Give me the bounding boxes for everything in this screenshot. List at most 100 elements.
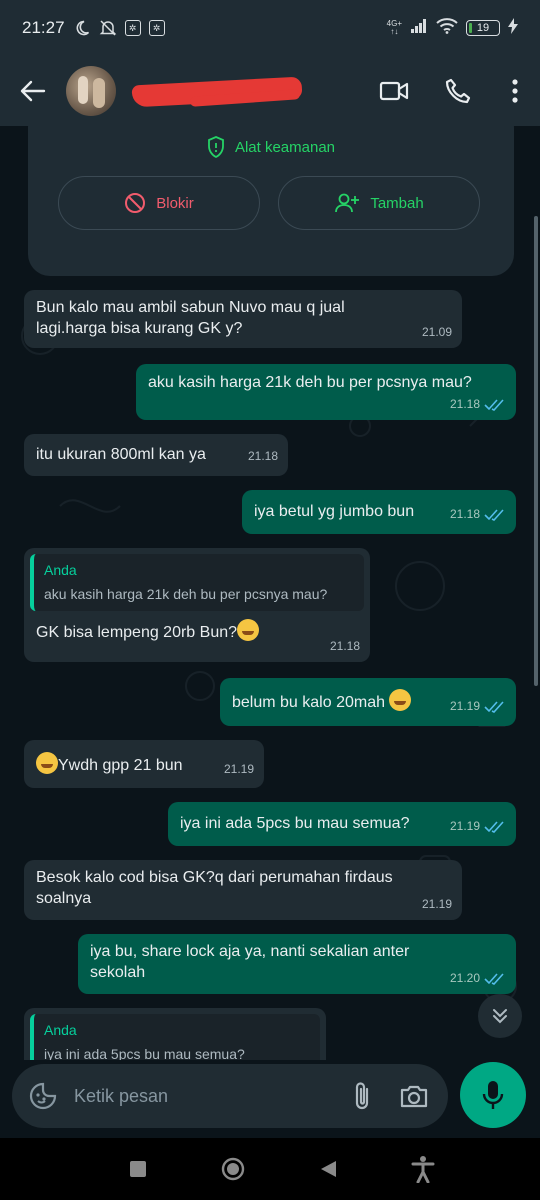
microphone-icon	[482, 1081, 504, 1109]
message-time: 21.19	[449, 819, 480, 833]
message-text-row: Ywdh gpp 21 bun	[36, 752, 252, 776]
status-left-icons: ✲ ✲	[73, 19, 165, 37]
message-incoming[interactable]: Bun kalo mau ambil sabun Nuvo mau q jual…	[24, 290, 462, 348]
message-text-row: GK bisa lempeng 20rb Bun?	[30, 619, 364, 643]
message-time: 21.19	[449, 699, 480, 713]
double-chevron-down-icon	[493, 1009, 507, 1024]
message-meta: 21.20	[450, 968, 506, 989]
status-bar: 21:27 ✲ ✲ 4G+ ↑↓ 19	[0, 0, 540, 56]
camera-button[interactable]	[388, 1064, 440, 1128]
read-ticks-icon	[484, 398, 504, 411]
read-ticks-icon	[484, 508, 504, 521]
network-type: 4G+ ↑↓	[386, 19, 402, 36]
composer-bar	[0, 1060, 540, 1138]
quoted-message[interactable]: Anda aku kasih harga 21k deh bu per pcsn…	[30, 554, 364, 611]
message-input[interactable]	[74, 1085, 314, 1107]
message-meta: 21.19	[450, 696, 506, 717]
status-time: 21:27	[22, 18, 65, 37]
read-ticks-icon	[484, 972, 504, 985]
message-time: 21.20	[449, 971, 480, 985]
moon-icon	[73, 19, 91, 37]
message-text-line: Bun kalo mau ambil sabun Nuvo mau q jual	[36, 299, 345, 316]
block-button[interactable]: Blokir	[58, 176, 260, 230]
video-call-button[interactable]	[362, 56, 426, 126]
attach-button[interactable]	[336, 1064, 388, 1128]
contact-name[interactable]	[130, 71, 303, 111]
muted-bell-icon	[99, 19, 117, 37]
emoji-icon	[237, 619, 260, 641]
message-meta: 21.18	[450, 394, 506, 415]
message-text: itu ukuran 800ml kan ya	[36, 446, 206, 463]
accessibility-button[interactable]	[403, 1149, 443, 1189]
message-text: aku kasih harga 21k deh bu per pcsnya ma…	[148, 374, 472, 391]
emoji-icon	[36, 752, 58, 774]
status-right-icons: 4G+ ↑↓ 19	[386, 17, 518, 39]
wifi-icon	[436, 17, 458, 39]
quote-author: Anda	[44, 562, 77, 578]
shield-icon	[208, 136, 224, 158]
accessibility-icon	[411, 1156, 434, 1183]
scroll-to-bottom-button[interactable]	[478, 994, 522, 1038]
read-ticks-icon	[484, 820, 504, 833]
app-notification-icon: ✲	[124, 20, 141, 36]
message-incoming[interactable]: itu ukuran 800ml kan ya 21.18	[24, 434, 288, 476]
message-time: 21.18	[449, 507, 480, 521]
app-notification-icon: ✲	[148, 20, 165, 36]
quote-author: Anda	[44, 1022, 77, 1038]
scrollbar[interactable]	[534, 216, 538, 686]
message-outgoing[interactable]: iya betul yg jumbo bun 21.18	[242, 490, 516, 534]
paperclip-icon	[355, 1082, 369, 1110]
message-text-line: sekolah	[90, 964, 146, 981]
voice-call-icon	[445, 78, 471, 104]
chat-area[interactable]: Alat keamanan Blokir Tambah Bun kalo mau…	[0, 126, 540, 1060]
security-tools-label: Alat keamanan	[234, 138, 336, 156]
square-icon	[129, 1161, 146, 1177]
message-incoming-reply[interactable]: Anda iya ini ada 5pcs bu mau semua?	[24, 1008, 326, 1060]
home-button[interactable]	[213, 1149, 253, 1189]
video-call-icon	[379, 81, 409, 101]
back-nav-button[interactable]	[308, 1149, 348, 1189]
message-outgoing[interactable]: aku kasih harga 21k deh bu per pcsnya ma…	[136, 364, 516, 420]
message-outgoing[interactable]: iya bu, share lock aja ya, nanti sekalia…	[78, 934, 516, 994]
add-contact-button[interactable]: Tambah	[278, 176, 480, 230]
message-meta: 21.18	[450, 504, 506, 525]
message-meta: 21.19	[450, 816, 506, 837]
recents-button[interactable]	[118, 1149, 158, 1189]
message-incoming[interactable]: Besok kalo cod bisa GK?q dari perumahan …	[24, 860, 462, 920]
message-time: 21.18	[449, 397, 480, 411]
message-text: belum bu kalo 20mah	[232, 694, 385, 711]
chat-header	[0, 56, 540, 126]
message-text-line: iya bu, share lock aja ya, nanti sekalia…	[90, 943, 410, 960]
system-navigation-bar	[0, 1138, 540, 1200]
add-person-icon	[335, 193, 360, 213]
message-incoming-reply[interactable]: Anda aku kasih harga 21k deh bu per pcsn…	[24, 548, 370, 662]
add-contact-label: Tambah	[370, 194, 424, 212]
sticker-button[interactable]	[12, 1064, 74, 1128]
message-outgoing[interactable]: belum bu kalo 20mah 21.19	[220, 678, 516, 726]
header-actions	[362, 56, 540, 126]
emoji-icon	[389, 689, 412, 711]
message-outgoing[interactable]: iya ini ada 5pcs bu mau semua? 21.19	[168, 802, 516, 846]
back-button[interactable]	[0, 56, 66, 126]
battery-icon: 19	[466, 20, 500, 36]
message-time: 21.19	[223, 762, 254, 776]
triangle-back-icon	[320, 1161, 336, 1177]
camera-icon	[400, 1085, 428, 1108]
security-tools-link[interactable]: Alat keamanan	[28, 136, 514, 158]
voice-call-button[interactable]	[426, 56, 490, 126]
message-text-line: Besok kalo cod bisa GK?q dari perumahan …	[36, 869, 393, 886]
more-vertical-icon	[512, 79, 518, 103]
quoted-message[interactable]: Anda iya ini ada 5pcs bu mau semua?	[30, 1014, 320, 1060]
quote-text: aku kasih harga 21k deh bu per pcsnya ma…	[44, 586, 328, 602]
message-field[interactable]	[12, 1064, 448, 1128]
home-circle-icon	[221, 1157, 244, 1181]
contact-avatar[interactable]	[66, 66, 116, 116]
message-text: Ywdh gpp 21 bun	[58, 757, 183, 774]
message-incoming[interactable]: Ywdh gpp 21 bun 21.19	[24, 740, 264, 788]
signal-icon	[410, 18, 428, 39]
message-text-line: soalnya	[36, 890, 92, 907]
more-options-button[interactable]	[490, 56, 540, 126]
quote-text: iya ini ada 5pcs bu mau semua?	[44, 1046, 245, 1060]
voice-message-button[interactable]	[460, 1062, 526, 1128]
message-text: GK bisa lempeng 20rb Bun?	[36, 624, 238, 641]
